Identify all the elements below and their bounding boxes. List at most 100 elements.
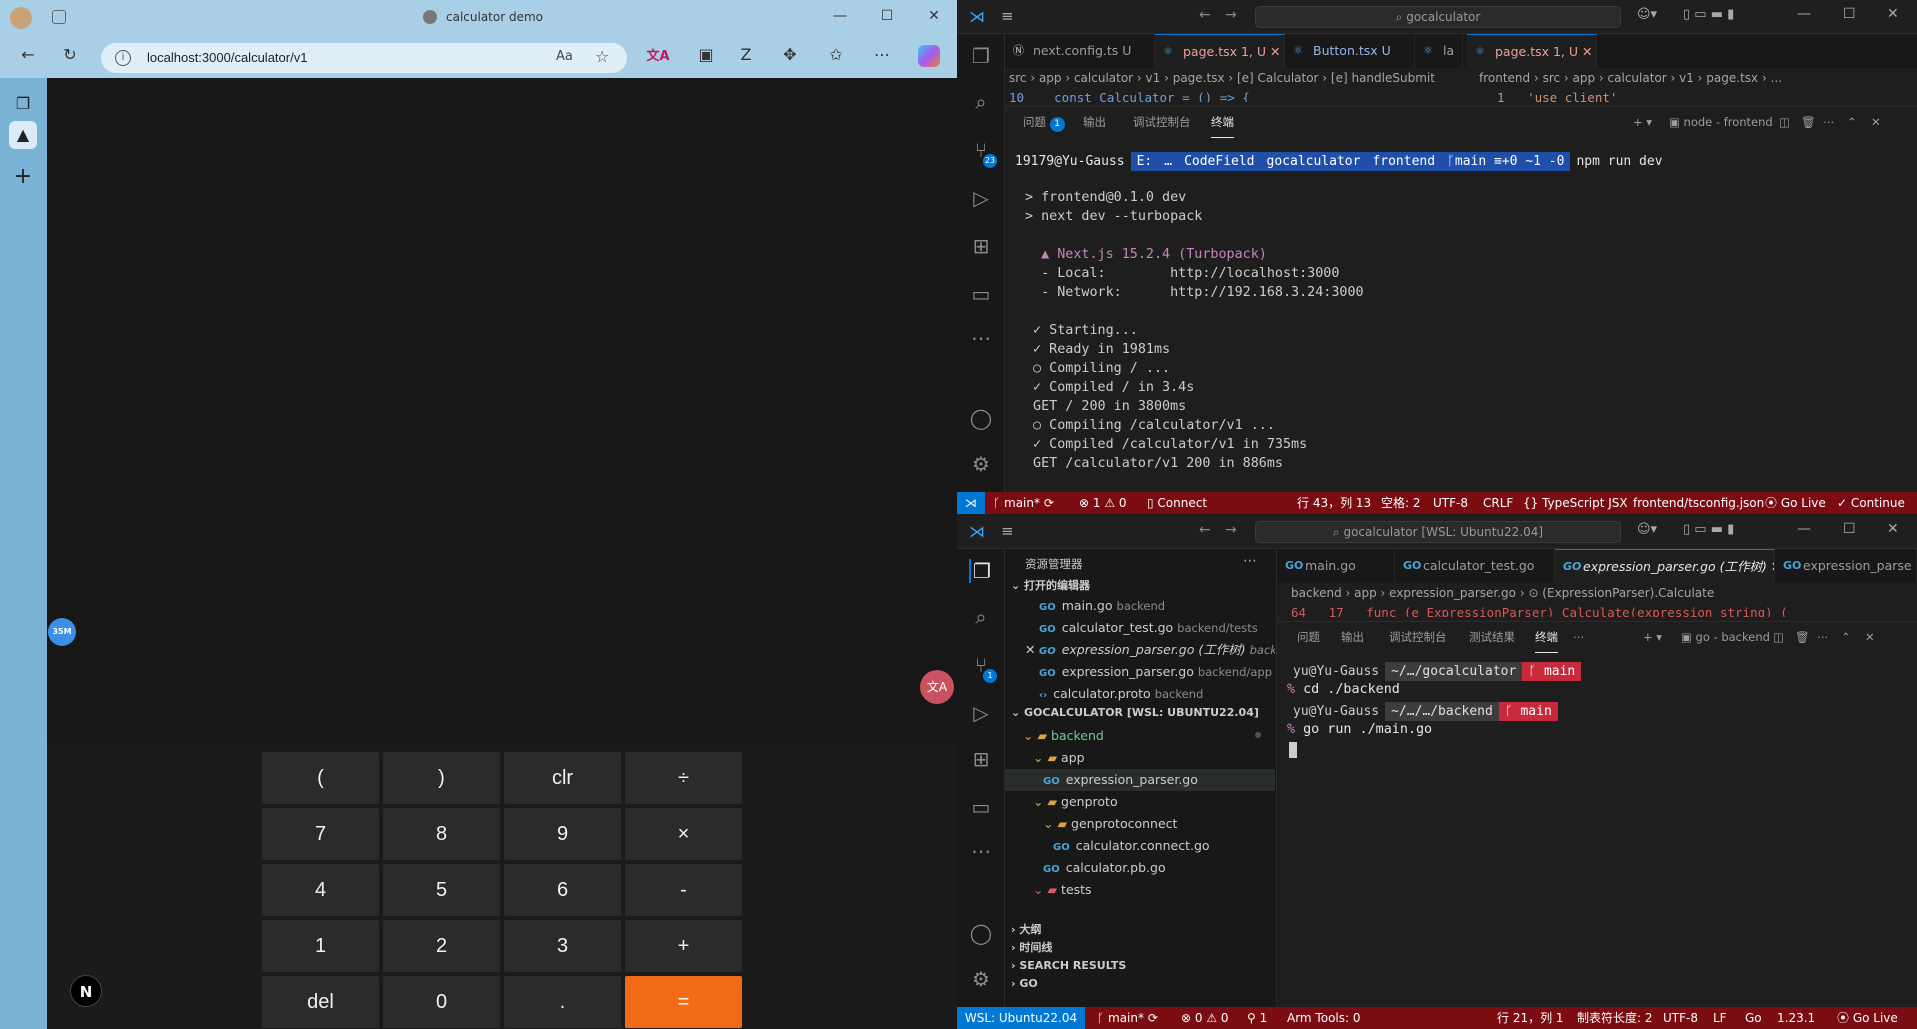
- tsconfig[interactable]: frontend/tsconfig.json: [1633, 492, 1764, 514]
- calc-button-equals[interactable]: =: [625, 976, 742, 1028]
- run-debug-icon[interactable]: ▷: [969, 701, 993, 725]
- tab-size[interactable]: 制表符长度: 2: [1577, 1007, 1653, 1029]
- copilot-icon[interactable]: ☺▾: [1637, 522, 1657, 537]
- arm-tools[interactable]: Arm Tools: 0: [1287, 1007, 1361, 1029]
- close-button[interactable]: ✕: [924, 8, 944, 24]
- breadcrumb-right[interactable]: frontend › src › app › calculator › v1 ›…: [1479, 68, 1782, 88]
- active-tab-icon[interactable]: ▲: [9, 121, 37, 149]
- tree-file[interactable]: GO calculator.pb.go: [1005, 857, 1275, 879]
- minimize-button[interactable]: —: [1797, 6, 1811, 22]
- maximize-panel-icon[interactable]: ⌃: [1847, 107, 1857, 137]
- continue[interactable]: ✓ Continue: [1837, 492, 1905, 514]
- calc-button-two[interactable]: 2: [383, 920, 500, 972]
- favorite-star-icon[interactable]: ☆: [595, 47, 609, 66]
- new-terminal-icon[interactable]: + ▾: [1643, 622, 1662, 652]
- account-icon[interactable]: ◯: [969, 921, 993, 945]
- close-icon[interactable]: ✕: [1270, 44, 1280, 59]
- nav-back-icon[interactable]: ←: [1199, 7, 1211, 23]
- open-editors-header[interactable]: ⌄ 打开的编辑器: [1011, 577, 1090, 593]
- workspaces-icon[interactable]: [52, 10, 66, 24]
- sidebar-section-header[interactable]: › GO: [1005, 973, 1275, 995]
- tab-debug-console[interactable]: 调试控制台: [1133, 107, 1191, 137]
- code-line-right[interactable]: 1 'use client': [1497, 88, 1617, 102]
- nextjs-logo-icon[interactable]: N: [70, 975, 102, 1007]
- more-icon[interactable]: ⋯: [969, 326, 993, 350]
- more-actions-icon[interactable]: ⋯: [1823, 107, 1835, 137]
- open-editor-item[interactable]: GO main.go backend: [1005, 595, 1275, 617]
- tab-debug-console[interactable]: 调试控制台: [1389, 622, 1447, 652]
- tab-problems[interactable]: 问题: [1297, 622, 1320, 652]
- remote-explorer-icon[interactable]: ▭: [969, 795, 993, 819]
- tab-calculator-test[interactable]: GO calculator_test.go: [1395, 549, 1555, 583]
- split-icon[interactable]: ◫: [1773, 622, 1784, 652]
- more-menu-icon[interactable]: ⋯: [870, 45, 894, 64]
- calc-button-four[interactable]: 4: [262, 864, 379, 916]
- nav-forward-icon[interactable]: →: [1225, 7, 1237, 23]
- calc-button-zero[interactable]: 0: [383, 976, 500, 1028]
- address-bar[interactable]: i localhost:3000/calculator/v1 Aa ☆: [101, 43, 627, 73]
- workspace-header[interactable]: ⌄ GOCALCULATOR [WSL: UBUNTU22.04]: [1011, 706, 1259, 719]
- calc-button-five[interactable]: 5: [383, 864, 500, 916]
- close-icon[interactable]: ✕: [1582, 44, 1592, 59]
- cursor-position[interactable]: 行 43，列 13: [1297, 492, 1371, 514]
- copilot-icon[interactable]: [918, 45, 940, 67]
- maximize-button[interactable]: ☐: [877, 8, 897, 24]
- settings-gear-icon[interactable]: ⚙: [969, 452, 993, 476]
- trash-icon[interactable]: 🗑: [1795, 622, 1810, 652]
- close-panel-icon[interactable]: ✕: [1871, 107, 1881, 137]
- account-icon[interactable]: ◯: [969, 406, 993, 430]
- tab-actions-icon[interactable]: ❐: [9, 90, 37, 118]
- copilot-icon[interactable]: ☺▾: [1637, 7, 1657, 22]
- extensions-icon[interactable]: ✥: [778, 45, 802, 64]
- refresh-icon[interactable]: ↻: [58, 45, 82, 64]
- open-editor-item[interactable]: GO calculator_test.go backend/tests: [1005, 617, 1275, 639]
- menu-icon[interactable]: ≡: [1001, 522, 1014, 540]
- connect-item[interactable]: ▯ Connect: [1147, 492, 1207, 514]
- calc-button-delete[interactable]: del: [262, 976, 379, 1028]
- calc-button-open-paren[interactable]: (: [262, 752, 379, 804]
- maximize-button[interactable]: ☐: [1843, 6, 1856, 22]
- terminal-output[interactable]: yu@Yu-Gauss ~/…/gocalculator ᚴ main% cd ./…: [1287, 660, 1907, 800]
- calc-button-clear[interactable]: clr: [504, 752, 621, 804]
- search-icon[interactable]: ⌕: [969, 605, 993, 629]
- explorer-more-icon[interactable]: ⋯: [1243, 553, 1257, 569]
- site-info-icon[interactable]: i: [115, 50, 131, 66]
- tree-folder[interactable]: ⌄ ▰ genprotoconnect: [1005, 813, 1275, 835]
- explorer-icon[interactable]: ❐: [969, 559, 993, 583]
- breadcrumb-left[interactable]: src › app › calculator › v1 › page.tsx ›…: [1009, 68, 1435, 88]
- eol[interactable]: LF: [1713, 1007, 1727, 1029]
- ports[interactable]: ⚲ 1: [1247, 1007, 1267, 1029]
- tree-file[interactable]: GO expression_parser.go: [1005, 769, 1275, 791]
- open-editor-item[interactable]: ‹› calculator.proto backend: [1005, 683, 1275, 705]
- favorites-icon[interactable]: ✩: [824, 45, 848, 64]
- profile-avatar[interactable]: [10, 7, 32, 29]
- calc-button-minus[interactable]: -: [625, 864, 742, 916]
- more-icon[interactable]: ⋯: [969, 839, 993, 863]
- terminal-name[interactable]: ▣ go - backend: [1681, 622, 1770, 652]
- calc-button-six[interactable]: 6: [504, 864, 621, 916]
- layout-icons[interactable]: ▯ ▭ ▬ ▮: [1683, 522, 1734, 537]
- maximize-panel-icon[interactable]: ⌃: [1841, 622, 1851, 652]
- calc-button-nine[interactable]: 9: [504, 808, 621, 860]
- tab-terminal[interactable]: 终端: [1211, 107, 1234, 138]
- language-mode[interactable]: Go: [1745, 1007, 1762, 1029]
- calc-button-three[interactable]: 3: [504, 920, 621, 972]
- terminal-output[interactable]: > frontend@0.1.0 dev > next dev --turbopa…: [1025, 188, 1364, 473]
- close-button[interactable]: ✕: [1887, 521, 1899, 537]
- more-actions-icon[interactable]: ⋯: [1817, 622, 1829, 652]
- new-terminal-icon[interactable]: + ▾: [1633, 107, 1652, 137]
- terminal-name[interactable]: ▣ node - frontend: [1669, 107, 1773, 137]
- layout-icons[interactable]: ▯ ▭ ▬ ▮: [1683, 7, 1734, 22]
- cursor-position[interactable]: 行 21，列 1: [1497, 1007, 1564, 1029]
- tab-terminal[interactable]: 终端: [1535, 622, 1558, 653]
- go-live[interactable]: ⦿ Go Live: [1765, 492, 1826, 514]
- tree-folder[interactable]: ⌄ ▰ genproto: [1005, 791, 1275, 813]
- tab-page-tsx-right[interactable]: ⚛ page.tsx 1, U ✕: [1467, 34, 1597, 68]
- settings-gear-icon[interactable]: ⚙: [969, 967, 993, 991]
- code-line-left[interactable]: 10 const Calculator = () => {: [1009, 88, 1250, 102]
- close-panel-icon[interactable]: ✕: [1865, 622, 1875, 652]
- open-editor-item[interactable]: ✕ GO expression_parser.go (工作树)back...: [1005, 639, 1275, 661]
- run-debug-icon[interactable]: ▷: [969, 186, 993, 210]
- indent-spaces[interactable]: 空格: 2: [1381, 492, 1421, 514]
- command-center-search[interactable]: ⌕ gocalculator [WSL: Ubuntu22.04]: [1255, 521, 1621, 543]
